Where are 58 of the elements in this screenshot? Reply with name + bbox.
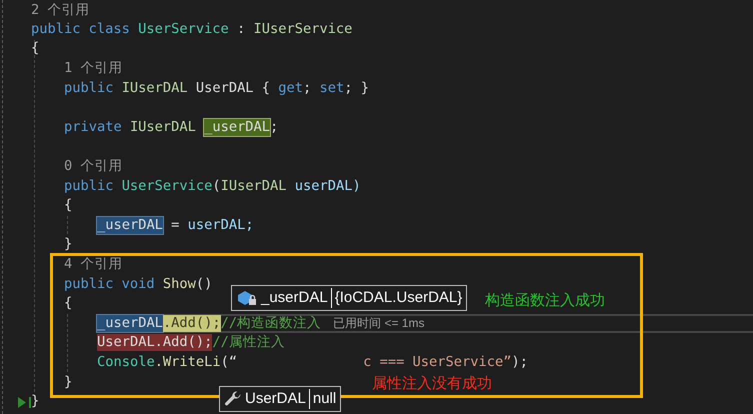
code-token: UserService <box>138 20 229 38</box>
code-token: userDAL; <box>188 216 254 234</box>
code-token: //属性注入 <box>212 334 285 352</box>
annotation-text: 构造函数注入成功 <box>485 291 605 311</box>
code-token: ; } <box>344 80 369 97</box>
code-token: IUserService <box>254 20 352 38</box>
code-token: ( <box>212 178 221 195</box>
code-token: .Add(); <box>162 314 221 332</box>
code-token: : <box>236 20 246 38</box>
code-token: (“ <box>220 354 238 371</box>
code-token: = <box>170 216 180 234</box>
code-token: .WriteLi <box>154 354 221 371</box>
datatip-name: UserDAL <box>245 388 306 409</box>
datatip-name: _userDAL <box>261 288 328 308</box>
code-token: c === UserService” <box>363 354 512 371</box>
code-token: } <box>64 374 72 391</box>
code-token: set <box>320 80 344 97</box>
codelens-reference-count[interactable]: 1 个引用 <box>64 58 122 79</box>
code-token: } <box>64 236 72 254</box>
code-token: { <box>64 197 72 214</box>
annotation-text: 属性注入没有成功 <box>372 374 492 394</box>
code-token: IUserDAL <box>122 80 188 97</box>
code-token: () <box>196 276 212 293</box>
code-token: UserDAL.Add(); <box>97 334 212 352</box>
code-token: _userDAL <box>97 314 163 332</box>
datatip-value: {IoCDAL.UserDAL} <box>334 288 462 308</box>
code-token: { <box>64 295 72 312</box>
code-token: _userDAL <box>97 216 163 234</box>
datatip[interactable]: UserDAL null <box>219 386 342 412</box>
code-token: public class <box>31 20 131 38</box>
run-to-cursor-icon[interactable] <box>18 396 32 408</box>
code-token: public <box>64 80 114 97</box>
code-token: UserService <box>122 178 212 195</box>
wrench-icon <box>224 390 242 408</box>
code-token: ; <box>270 118 278 136</box>
code-token: } <box>31 393 40 410</box>
code-token: UserDAL { <box>194 80 272 97</box>
datatip-value: null <box>312 388 336 409</box>
code-token: Console <box>97 354 155 371</box>
datatip[interactable]: _userDAL {IoCDAL.UserDAL} <box>231 285 468 311</box>
code-token: public void <box>64 276 156 293</box>
code-token: //构造函数注入 <box>220 314 322 332</box>
code-token: get <box>278 80 304 97</box>
codelens-reference-count[interactable]: 4 个引用 <box>64 254 122 275</box>
code-token: IUserDAL <box>220 178 287 195</box>
code-token: IUserDAL <box>130 118 197 136</box>
code-token: { <box>31 40 40 58</box>
code-token: private <box>64 118 123 136</box>
code-token: Show <box>162 276 196 293</box>
codelens-reference-count[interactable]: 2 个引用 <box>31 0 90 20</box>
code-token: public <box>64 178 114 195</box>
codelens-reference-count[interactable]: 0 个引用 <box>64 156 122 177</box>
code-token: _userDAL <box>204 118 270 136</box>
code-token: ; <box>303 80 312 97</box>
performance-hint: 已用时间 <= 1ms <box>333 315 424 332</box>
code-token: ); <box>511 354 528 371</box>
field-lock-icon <box>236 289 258 307</box>
code-token: userDAL) <box>294 178 361 195</box>
